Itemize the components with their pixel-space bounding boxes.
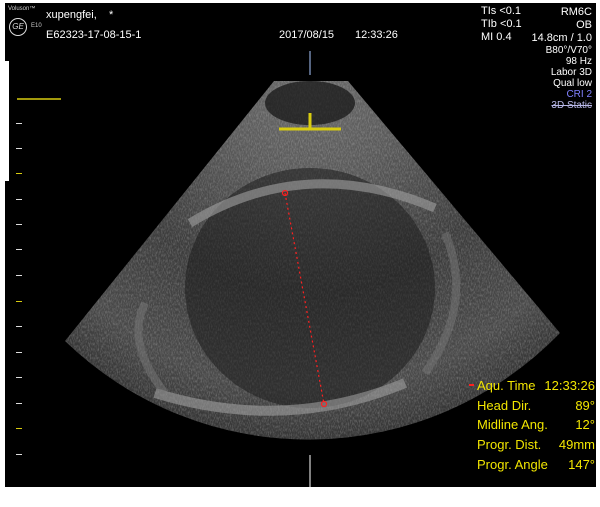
patient-name: xupengfei, [46, 9, 97, 21]
patient-star: * [109, 9, 114, 21]
preset-name: OB [576, 19, 592, 31]
measurement-row: Aqu. Time 12:33:26 [477, 378, 595, 393]
ultrasound-screen: Voluson™ GE E10 xupengfei, * E62323-17-0… [5, 3, 596, 487]
patient-id: E62323-17-08-15-1 [46, 29, 142, 41]
tib-index: TIb <0.1 [481, 18, 522, 30]
static-param: 3D Static [551, 100, 592, 111]
exam-time: 12:33:26 [355, 29, 398, 41]
brand-label: Voluson™ [8, 6, 36, 12]
cri-param: CRI 2 [566, 89, 592, 100]
measurement-row: Progr. Angle 147° [477, 457, 595, 472]
mode-param: Labor 3D [550, 67, 592, 78]
frequency-param: 98 Hz [565, 56, 592, 67]
quality-param: Qual low [553, 78, 592, 89]
probe-name: RM6C [560, 6, 592, 18]
measurement-row: Head Dir. 89° [477, 398, 595, 413]
exam-date: 2017/08/15 [279, 29, 335, 41]
ge-logo-icon: GE [9, 18, 27, 36]
measurement-cursor-icon [469, 384, 474, 386]
angle-param: B80°/V70° [545, 45, 592, 56]
measurement-row: Midline Ang. 12° [477, 417, 595, 432]
measurement-row: Progr. Dist. 49mm [477, 437, 595, 452]
depth-readout: 14.8cm / 1.0 [531, 32, 592, 44]
tis-index: TIs <0.1 [481, 5, 522, 17]
model-label: E10 [31, 23, 42, 29]
mi-index: MI 0.4 [481, 31, 512, 43]
depth-scale-bar [5, 61, 9, 181]
